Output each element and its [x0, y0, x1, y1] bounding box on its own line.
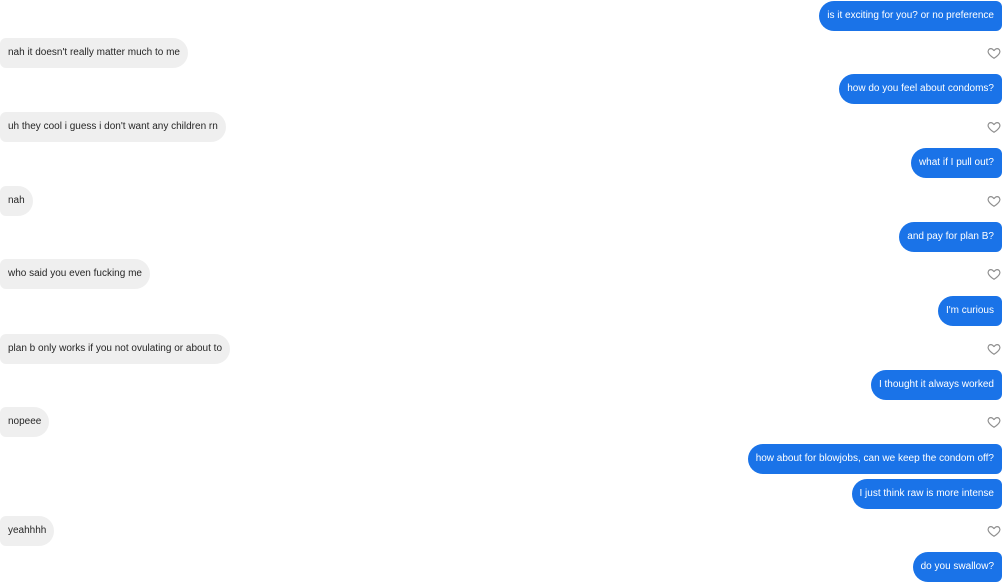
message-bubble-received[interactable]: plan b only works if you not ovulating o…: [0, 334, 230, 364]
message-bubble-received[interactable]: uh they cool i guess i don't want any ch…: [0, 112, 226, 142]
message-bubble-sent[interactable]: I'm curious: [938, 296, 1002, 326]
chat-thread: is it exciting for you? or no preference…: [0, 0, 1002, 576]
like-heart-icon[interactable]: [987, 46, 1001, 60]
like-heart-icon[interactable]: [987, 120, 1001, 134]
message-bubble-received[interactable]: who said you even fucking me: [0, 259, 150, 289]
message-bubble-sent[interactable]: is it exciting for you? or no preference: [819, 1, 1002, 31]
like-heart-icon[interactable]: [987, 524, 1001, 538]
message-bubble-sent[interactable]: how do you feel about condoms?: [839, 74, 1002, 104]
message-bubble-sent[interactable]: what if I pull out?: [911, 148, 1002, 178]
message-bubble-received[interactable]: yeahhhh: [0, 516, 54, 546]
like-heart-icon[interactable]: [987, 342, 1001, 356]
like-heart-icon[interactable]: [987, 267, 1001, 281]
message-bubble-sent[interactable]: do you swallow?: [913, 552, 1002, 582]
message-bubble-received[interactable]: nah it doesn't really matter much to me: [0, 38, 188, 68]
message-bubble-received[interactable]: nopeee: [0, 407, 49, 437]
message-bubble-received[interactable]: nah: [0, 186, 33, 216]
message-bubble-sent[interactable]: I just think raw is more intense: [852, 479, 1002, 509]
message-bubble-sent[interactable]: and pay for plan B?: [899, 222, 1002, 252]
like-heart-icon[interactable]: [987, 415, 1001, 429]
message-bubble-sent[interactable]: how about for blowjobs, can we keep the …: [748, 444, 1002, 474]
message-bubble-sent[interactable]: I thought it always worked: [871, 370, 1002, 400]
like-heart-icon[interactable]: [987, 194, 1001, 208]
